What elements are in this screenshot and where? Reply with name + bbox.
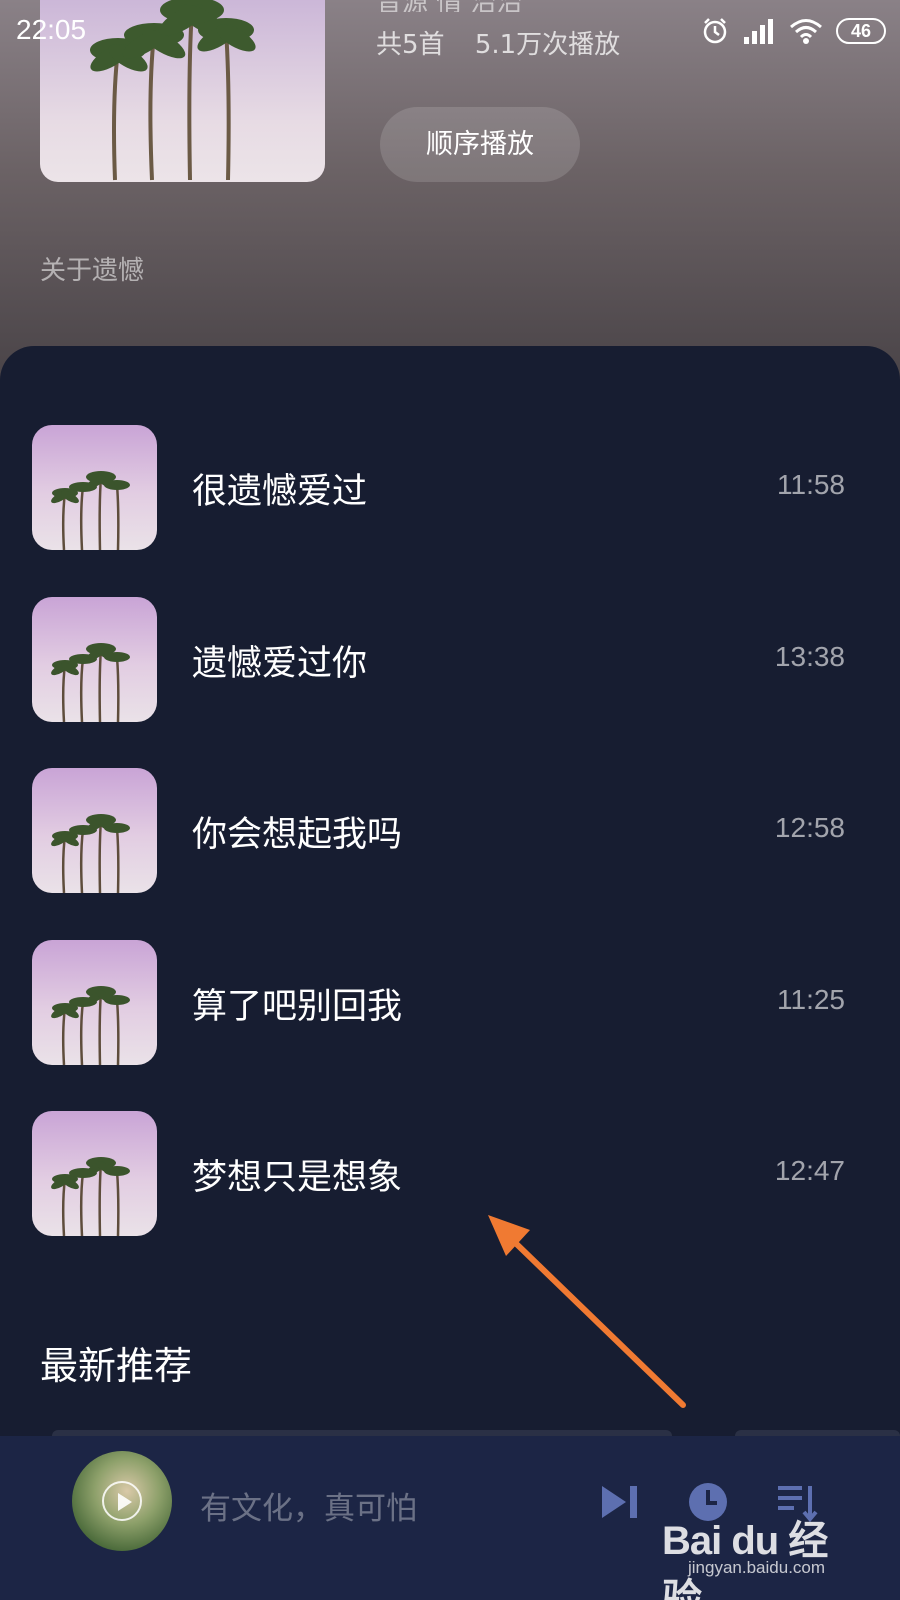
song-thumbnail [32, 425, 157, 550]
sequential-play-button[interactable]: 顺序播放 [380, 107, 580, 182]
palm-trees-image [51, 1157, 130, 1236]
skip-next-icon[interactable] [598, 1480, 642, 1524]
palm-trees-image [51, 643, 130, 722]
song-thumbnail [32, 768, 157, 893]
playlist-info-partial: 音源 情 治治 [376, 0, 523, 12]
playlist-meta: 共5首 5.1万次播放 [376, 24, 642, 61]
battery-icon: 46 [836, 18, 886, 44]
song-row[interactable]: 梦想只是想象 12:47 [0, 1111, 900, 1236]
song-thumbnail [32, 1111, 157, 1236]
now-playing-title: 有文化，真可怕 [200, 1491, 417, 1527]
song-row[interactable]: 很遗憾爱过 11:58 [0, 425, 900, 550]
song-duration: 11:25 [777, 984, 845, 1015]
palm-trees-image [51, 471, 130, 550]
song-title: 梦想只是想象 [192, 1158, 403, 1198]
song-row[interactable]: 遗憾爱过你 13:38 [0, 597, 900, 722]
palm-trees-image [51, 814, 130, 893]
song-thumbnail [32, 597, 157, 722]
song-duration: 12:47 [774, 1155, 845, 1186]
status-time: 22:05 [16, 14, 87, 45]
latest-recommendations-heading: 最新推荐 [40, 1344, 193, 1388]
now-playing-cover[interactable] [72, 1451, 172, 1551]
palm-trees-image [51, 986, 130, 1065]
song-duration: 12:58 [774, 812, 845, 843]
signal-icon [744, 19, 773, 44]
song-thumbnail [32, 940, 157, 1065]
mini-player[interactable]: 有文化，真可怕 [0, 1436, 900, 1600]
playlist-queue-icon[interactable] [776, 1480, 820, 1524]
alarm-icon [703, 18, 727, 44]
song-row[interactable]: 你会想起我吗 12:58 [0, 768, 900, 893]
playlist-description: 关于遗憾 [40, 256, 145, 286]
song-title: 算了吧别回我 [192, 987, 403, 1027]
playlist-header: 音源 情 治治 共5首 5.1万次播放 顺序播放 关于遗憾 [0, 0, 900, 380]
timer-clock-icon[interactable] [686, 1480, 730, 1524]
song-count: 共5首 [376, 30, 445, 60]
song-duration: 13:38 [774, 641, 845, 672]
status-icons: 46 [700, 14, 886, 48]
song-duration: 11:58 [777, 469, 845, 500]
song-title: 遗憾爱过你 [192, 644, 368, 684]
wifi-icon [790, 19, 822, 44]
play-icon[interactable] [102, 1481, 142, 1521]
song-row[interactable]: 算了吧别回我 11:25 [0, 940, 900, 1065]
song-title: 你会想起我吗 [192, 815, 403, 855]
song-title: 很遗憾爱过 [192, 472, 368, 512]
play-count: 5.1万次播放 [474, 30, 621, 60]
